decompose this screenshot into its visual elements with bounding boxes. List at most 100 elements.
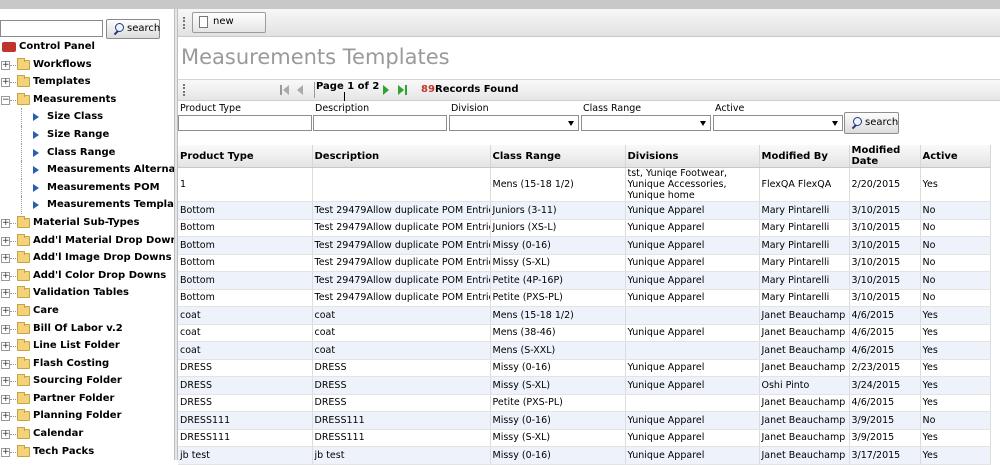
table-row[interactable]: Bottom Test 29479Allow duplicate POM Entr… (178, 271, 991, 290)
tree-item-label: Measurements POM (47, 181, 160, 193)
folder-icon (17, 374, 30, 387)
folder-icon (17, 233, 30, 246)
table-row[interactable]: Bottom Test 29479Allow duplicate POM Entr… (178, 289, 991, 307)
table-row[interactable]: coat coat Mens (15-18 1/2) Janet Beauchamp 4… (178, 306, 991, 325)
table-row[interactable]: DRESS DRESS Missy (0-16) Yunique Apparel Jan… (178, 359, 991, 377)
toolbar-grip-icon[interactable] (183, 17, 185, 29)
previous-page-icon[interactable] (297, 85, 303, 95)
pager-separator (314, 82, 315, 98)
expand-icon[interactable]: + (1, 289, 10, 299)
tree-item-flash-costing[interactable]: + Flash Costing (0, 355, 174, 373)
tree-item-care[interactable]: + Care (0, 302, 174, 320)
tree-item-add-l-color-drop-downs[interactable]: + Add'l Color Drop Downs (0, 267, 174, 285)
tree-item-calendar[interactable]: + Calendar (0, 425, 174, 443)
tree-item-measurements-templates[interactable]: Measurements Templates (0, 196, 174, 214)
tree-item-bill-of-labor-v-2[interactable]: + Bill Of Labor v.2 (0, 320, 174, 338)
tree-item-validation-tables[interactable]: + Validation Tables (0, 284, 174, 302)
tree-item-templates[interactable]: + Templates (0, 73, 174, 91)
tree-item-workflows[interactable]: + Workflows (0, 56, 174, 74)
table-cell: 3/17/2015 (849, 446, 921, 465)
expand-icon[interactable]: + (1, 430, 10, 440)
tree-item-measurements-pom[interactable]: Measurements POM (0, 178, 174, 197)
table-cell: Bottom (178, 201, 313, 220)
tree-root-control-panel[interactable]: Control Panel (0, 38, 174, 56)
table-cell: Yunique Apparel (625, 289, 760, 307)
last-page-icon[interactable] (398, 85, 408, 95)
expand-icon[interactable]: + (1, 254, 10, 264)
expand-icon[interactable]: + (1, 218, 10, 228)
tree-item-planning-folder[interactable]: + Planning Folder (0, 407, 174, 425)
page-title: Measurements Templates (181, 45, 450, 69)
table-row[interactable]: Bottom Test 29479Allow duplicate POM Entr… (178, 219, 991, 237)
expand-icon[interactable]: + (1, 306, 10, 316)
tree-item-size-range[interactable]: Size Range (0, 125, 174, 144)
table-row[interactable]: Bottom Test 29479Allow duplicate POM Entr… (178, 201, 991, 220)
tree-item-tech-packs[interactable]: + Tech Packs (0, 443, 174, 460)
table-row[interactable]: coat coat Mens (S-XXL) Janet Beauchamp 4/6/2… (178, 341, 991, 360)
expand-icon[interactable]: + (1, 324, 10, 334)
tree-item-measurements[interactable]: − Measurements (0, 91, 174, 109)
sidebar-search-input[interactable] (0, 20, 103, 37)
expand-icon[interactable]: + (1, 377, 10, 387)
expand-icon[interactable]: + (1, 78, 10, 88)
description-filter-label: Description (315, 103, 370, 114)
sidebar-search-button[interactable]: search (106, 19, 160, 39)
tree-item-partner-folder[interactable]: + Partner Folder (0, 390, 174, 408)
active-filter-select[interactable] (713, 115, 843, 131)
column-header[interactable]: Modified Date (849, 145, 921, 168)
table-cell: Missy (0-16) (490, 411, 626, 430)
table-cell: Missy (S-XL) (490, 429, 626, 447)
tree-connector (21, 125, 22, 144)
tree-connector (21, 161, 22, 179)
table-row[interactable]: Bottom Test 29479Allow duplicate POM Entr… (178, 254, 991, 272)
tree-item-add-l-material-drop-downs[interactable]: + Add'l Material Drop Downs (0, 232, 174, 250)
description-filter-input[interactable] (313, 115, 447, 131)
filter-search-button[interactable]: search (844, 112, 899, 134)
table-row[interactable]: Bottom Test 29479Allow duplicate POM Entr… (178, 236, 991, 255)
pager-grip-icon[interactable] (183, 84, 185, 96)
first-page-icon[interactable] (280, 85, 290, 95)
tree-item-line-list-folder[interactable]: + Line List Folder (0, 337, 174, 355)
tree-item-material-sub-types[interactable]: + Material Sub-Types (0, 214, 174, 232)
tree-item-measurements-alternates[interactable]: Measurements Alternates (0, 161, 174, 179)
folder-icon (17, 427, 30, 440)
expand-icon[interactable]: + (1, 412, 10, 422)
table-row[interactable]: DRESS111 DRESS111 Missy (0-16) Yunique Appa… (178, 411, 991, 430)
division-filter-select[interactable] (449, 115, 579, 131)
expand-icon[interactable]: + (1, 271, 10, 281)
table-cell: No (920, 219, 991, 237)
table-row[interactable]: jb test jb test Missy (0-16) Yunique Appare… (178, 446, 991, 465)
tree-item-class-range[interactable]: Class Range (0, 143, 174, 162)
class-range-filter-select[interactable] (581, 115, 711, 131)
tree-item-label: Add'l Material Drop Downs (33, 234, 174, 246)
table-cell: jb test (312, 446, 491, 465)
expand-icon[interactable]: + (1, 342, 10, 352)
next-page-icon[interactable] (383, 85, 389, 95)
new-button[interactable]: new (192, 12, 266, 33)
column-header[interactable]: Modified By (759, 145, 850, 168)
table-cell: DRESS111 (178, 411, 313, 430)
product-type-filter-input[interactable] (178, 115, 312, 131)
tree-item-sourcing-folder[interactable]: + Sourcing Folder (0, 372, 174, 390)
collapse-icon[interactable]: − (1, 95, 10, 105)
expand-icon[interactable]: + (1, 236, 10, 246)
table-row[interactable]: DRESS111 DRESS111 Missy (S-XL) Yunique Appa… (178, 429, 991, 447)
tree-item-add-l-image-drop-downs[interactable]: + Add'l Image Drop Downs (0, 249, 174, 267)
table-row[interactable]: DRESS DRESS Petite (PXS-PL) Janet Beauchamp… (178, 394, 991, 412)
table-row[interactable]: coat coat Mens (38-46) Yunique Apparel Janet… (178, 324, 991, 342)
expand-icon[interactable]: + (1, 60, 10, 70)
table-cell: No (920, 254, 991, 272)
column-header[interactable]: Divisions (625, 145, 760, 168)
table-row[interactable]: DRESS DRESS Missy (S-XL) Yunique Apparel Osh… (178, 376, 991, 395)
column-header[interactable]: Description (312, 145, 491, 168)
column-header[interactable]: Product Type (178, 145, 313, 168)
expand-icon[interactable]: + (1, 447, 10, 457)
column-header[interactable]: Class Range (490, 145, 626, 168)
expand-icon[interactable]: + (1, 394, 10, 404)
table-cell: Yunique Apparel (625, 359, 760, 377)
expand-icon[interactable]: + (1, 359, 10, 369)
tree-item-size-class[interactable]: Size Class (0, 108, 174, 126)
table-cell: Mary Pintarelli (759, 254, 850, 272)
column-header[interactable]: Active (920, 145, 991, 168)
table-row[interactable]: 1 Mens (15-18 1/2) tst, Yuniqe Footwear, Y… (178, 167, 991, 202)
